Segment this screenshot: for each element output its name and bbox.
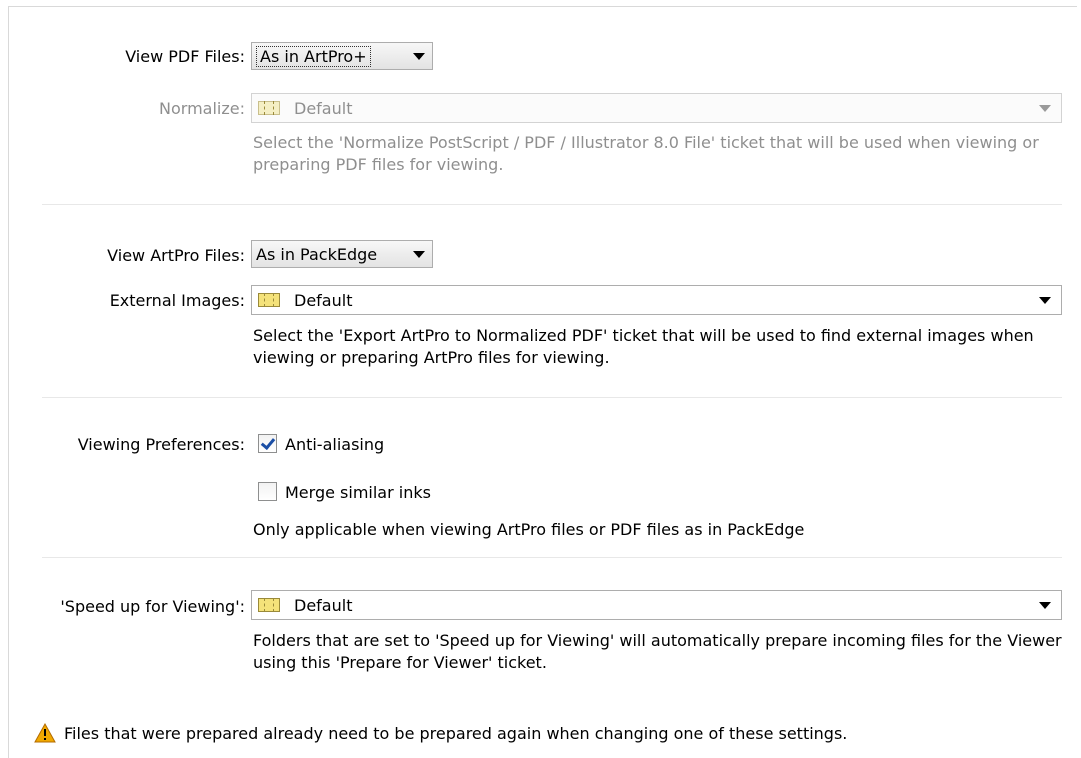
- normalize-label: Normalize:: [159, 99, 245, 118]
- chevron-down-icon: [1039, 601, 1051, 609]
- normalize-help: Select the 'Normalize PostScript / PDF /…: [253, 133, 1039, 174]
- ticket-icon: [258, 293, 280, 307]
- merge-inks-checkbox[interactable]: [258, 482, 277, 501]
- separator: [42, 557, 1062, 558]
- view-pdf-select[interactable]: As in ArtPro+: [251, 42, 433, 70]
- external-images-help: Select the 'Export ArtPro to Normalized …: [253, 326, 1034, 367]
- chevron-down-icon: [1039, 104, 1051, 112]
- viewing-prefs-label: Viewing Preferences:: [77, 435, 245, 454]
- merge-inks-label[interactable]: Merge similar inks: [285, 483, 431, 502]
- viewing-prefs-help: Only applicable when viewing ArtPro file…: [253, 520, 805, 539]
- separator: [42, 397, 1062, 398]
- chevron-down-icon: [413, 250, 425, 258]
- warning-icon: [34, 723, 56, 743]
- speed-up-label: 'Speed up for Viewing':: [60, 597, 245, 616]
- separator: [42, 204, 1062, 205]
- ticket-icon: [258, 598, 280, 612]
- external-images-select[interactable]: Default: [251, 285, 1062, 315]
- speed-up-select[interactable]: Default: [251, 590, 1062, 620]
- speed-up-value: Default: [294, 595, 353, 615]
- external-images-label: External Images:: [109, 291, 245, 310]
- ticket-icon: [258, 101, 280, 115]
- anti-aliasing-label[interactable]: Anti-aliasing: [285, 435, 384, 454]
- external-images-value: Default: [294, 290, 353, 310]
- view-artpro-select[interactable]: As in PackEdge: [251, 240, 433, 268]
- view-artpro-label: View ArtPro Files:: [107, 246, 245, 265]
- anti-aliasing-checkbox[interactable]: [258, 434, 277, 453]
- view-artpro-value: As in PackEdge: [256, 244, 378, 264]
- speed-up-help: Folders that are set to 'Speed up for Vi…: [253, 631, 1062, 672]
- warning-text: Files that were prepared already need to…: [64, 724, 848, 743]
- normalize-select[interactable]: Default: [251, 93, 1062, 123]
- chevron-down-icon: [413, 52, 425, 60]
- view-pdf-value: As in ArtPro+: [256, 45, 371, 67]
- view-pdf-label: View PDF Files:: [125, 47, 245, 66]
- normalize-value: Default: [294, 98, 353, 118]
- chevron-down-icon: [1039, 296, 1051, 304]
